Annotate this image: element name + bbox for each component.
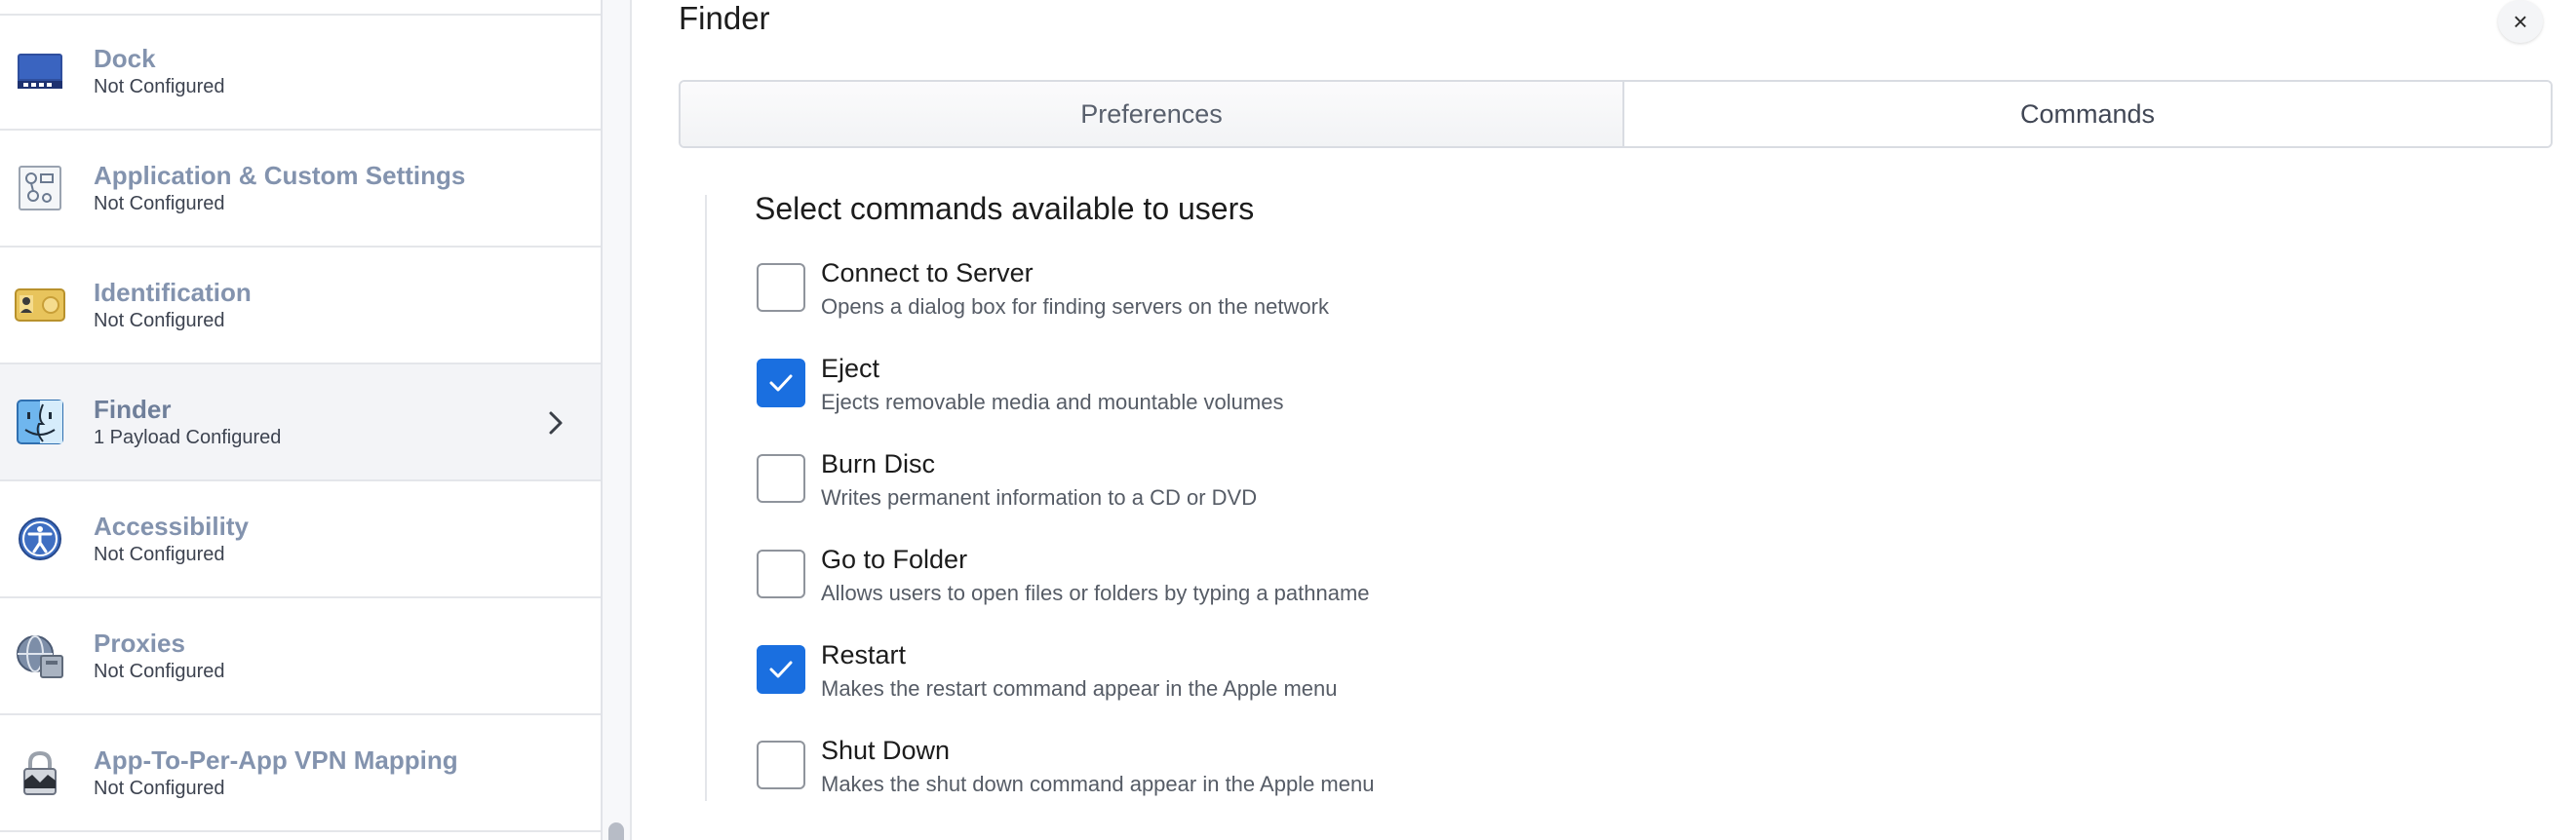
lock-icon [14, 749, 66, 796]
sidebar-item-app-to-per-app-vpn-mapping[interactable]: App-To-Per-App VPN Mapping Not Configure… [0, 715, 601, 832]
sidebar-item-title: Accessibility [94, 512, 249, 541]
sidebar-item-status: Not Configured [94, 193, 225, 214]
sidebar-item-identification[interactable]: Identification Not Configured [0, 248, 601, 364]
shut-down-checkbox[interactable] [757, 741, 805, 789]
close-icon: × [2513, 6, 2528, 36]
command-label: Connect to Server [821, 258, 1034, 287]
tab-preferences[interactable]: Preferences [681, 82, 1624, 146]
sidebar-item-title: Dock [94, 44, 156, 73]
sidebar-scrollbar-thumb[interactable] [608, 822, 624, 840]
command-label: Burn Disc [821, 449, 936, 478]
command-eject[interactable]: Eject Ejects removable media and mountab… [757, 354, 2414, 435]
sidebar-item-application-custom-settings[interactable]: Application & Custom Settings Not Config… [0, 131, 601, 248]
sidebar-item-status: 1 Payload Configured [94, 427, 282, 448]
sidebar-item-dock[interactable]: Dock Not Configured [0, 14, 601, 131]
proxies-globe-icon [14, 632, 66, 679]
sidebar-item-status: Not Configured [94, 778, 225, 799]
checkmark-icon [769, 661, 793, 678]
sidebar-item-title: App-To-Per-App VPN Mapping [94, 745, 458, 775]
section-heading: Select commands available to users [755, 191, 1255, 226]
panel-divider [630, 0, 632, 840]
command-go-to-folder[interactable]: Go to Folder Allows users to open files … [757, 545, 2414, 626]
sidebar: Dock Not Configured Application & Custom… [0, 0, 603, 840]
close-button[interactable]: × [2498, 0, 2543, 43]
sidebar-scrollbar-track[interactable] [603, 0, 632, 840]
command-label: Restart [821, 640, 907, 669]
command-restart[interactable]: Restart Makes the restart command appear… [757, 640, 2414, 721]
command-burn-disc[interactable]: Burn Disc Writes permanent information t… [757, 449, 2414, 530]
command-description: Ejects removable media and mountable vol… [821, 390, 1284, 414]
command-description: Allows users to open files or folders by… [821, 581, 1370, 605]
custom-settings-icon [14, 165, 66, 211]
sidebar-item-status: Not Configured [94, 76, 225, 97]
app-window: Dock Not Configured Application & Custom… [0, 0, 2576, 840]
connect-to-server-checkbox[interactable] [757, 263, 805, 312]
finder-icon [14, 399, 66, 445]
id-card-icon [14, 282, 66, 328]
command-description: Writes permanent information to a CD or … [821, 485, 1258, 510]
page-title: Finder [679, 0, 770, 36]
command-description: Makes the restart command appear in the … [821, 676, 1338, 701]
go-to-folder-checkbox[interactable] [757, 550, 805, 598]
command-shut-down[interactable]: Shut Down Makes the shut down command ap… [757, 736, 2414, 817]
tab-commands[interactable]: Commands [1624, 82, 2551, 146]
command-description: Makes the shut down command appear in th… [821, 772, 1375, 796]
tab-bar: Preferences Commands [679, 80, 2553, 148]
sidebar-item-title: Proxies [94, 629, 185, 658]
sidebar-item-status: Not Configured [94, 544, 225, 565]
burn-disc-checkbox[interactable] [757, 454, 805, 503]
sidebar-item-proxies[interactable]: Proxies Not Configured [0, 598, 601, 715]
dock-icon [14, 48, 66, 95]
sidebar-item-status: Not Configured [94, 661, 225, 682]
chevron-right-icon [542, 405, 569, 440]
restart-checkbox[interactable] [757, 645, 805, 694]
accessibility-icon [14, 515, 66, 562]
sidebar-item-title: Identification [94, 278, 252, 307]
sidebar-item-finder[interactable]: Finder 1 Payload Configured [0, 364, 601, 481]
command-label: Shut Down [821, 736, 951, 765]
eject-checkbox[interactable] [757, 359, 805, 407]
sidebar-item-accessibility[interactable]: Accessibility Not Configured [0, 481, 601, 598]
sidebar-item-title: Application & Custom Settings [94, 161, 466, 190]
command-label: Go to Folder [821, 545, 968, 574]
sidebar-item-status: Not Configured [94, 310, 225, 331]
section-divider [705, 195, 707, 801]
command-label: Eject [821, 354, 880, 383]
sidebar-item-title: Finder [94, 395, 172, 424]
command-connect-to-server[interactable]: Connect to Server Opens a dialog box for… [757, 258, 2414, 339]
command-description: Opens a dialog box for finding servers o… [821, 294, 1329, 319]
checkmark-icon [769, 374, 793, 392]
